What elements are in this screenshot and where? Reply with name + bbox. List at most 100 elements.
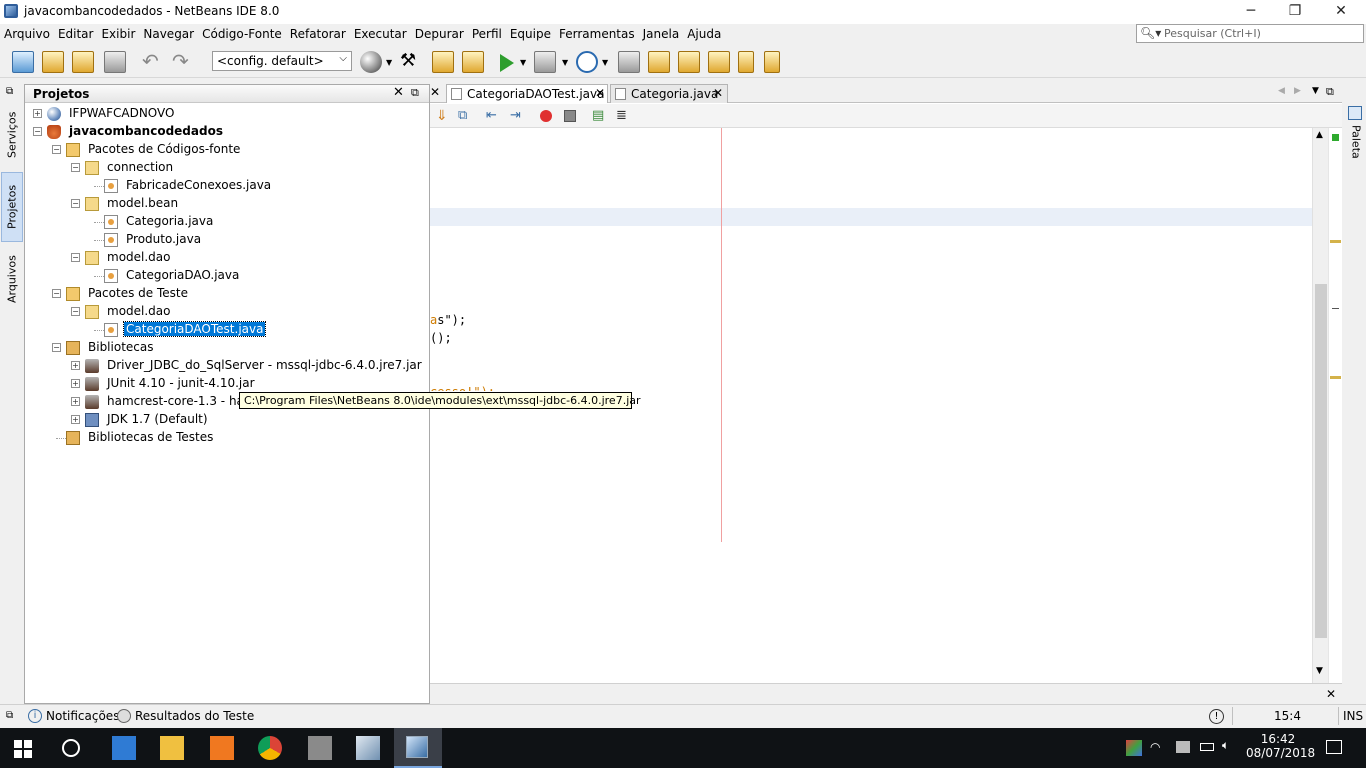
menu-perfil[interactable]: Perfil (468, 24, 506, 46)
minimize-button[interactable]: ─ (1228, 0, 1274, 24)
tree-node[interactable]: − connection (25, 159, 429, 177)
close-icon[interactable]: ✕ (713, 86, 723, 100)
tree-node[interactable]: + IFPWAFCADNOVO (25, 105, 429, 123)
close-icon[interactable]: ✕ (595, 86, 605, 100)
collapse-toggle-icon[interactable]: − (33, 127, 42, 136)
tree-node[interactable]: − javacombancodedados (25, 123, 429, 141)
tree-node[interactable]: Bibliotecas de Testes (25, 429, 429, 447)
menu-arquivo[interactable]: Arquivo (0, 24, 54, 46)
restore-window-group-icon[interactable]: ⧉ (1326, 85, 1334, 99)
comment-icon[interactable]: ▤ (592, 108, 608, 124)
debug-icon[interactable] (534, 51, 556, 73)
insert-mode[interactable]: INS (1343, 709, 1363, 723)
scroll-down-icon[interactable]: ▼ (1316, 666, 1323, 676)
notification-balloon-icon[interactable]: ! (1209, 709, 1224, 724)
collapse-toggle-icon[interactable]: − (71, 253, 80, 262)
collapse-toggle-icon[interactable]: − (52, 343, 61, 352)
expand-toggle-icon[interactable]: + (71, 415, 80, 424)
menu-ferramentas[interactable]: Ferramentas (555, 24, 639, 46)
notifications-tab[interactable]: Notificações (46, 709, 119, 723)
shift-right-icon[interactable]: ⇥ (510, 108, 526, 124)
chevron-down-icon[interactable]: ▼ (386, 58, 392, 67)
collapse-toggle-icon[interactable]: − (71, 199, 80, 208)
netbeans-taskbar-button[interactable] (394, 728, 442, 768)
clean-build-icon[interactable] (432, 51, 454, 73)
chevron-down-icon[interactable]: ▼ (562, 58, 568, 67)
profile-icon[interactable] (576, 51, 598, 73)
test-results-tab[interactable]: Resultados do Teste (135, 709, 254, 723)
tree-node[interactable]: − model.bean (25, 195, 429, 213)
tab-paleta[interactable]: Paleta (1345, 122, 1366, 162)
tree-node[interactable]: Categoria.java (25, 213, 429, 231)
tree-node[interactable]: + JUnit 4.10 - junit-4.10.jar (25, 375, 429, 393)
record-macro-icon[interactable] (540, 110, 552, 122)
restore-window-group-icon[interactable]: ⧉ (6, 710, 13, 721)
restore-window-group-icon[interactable]: ⧉ (6, 86, 13, 97)
tree-node[interactable]: + Driver_JDBC_do_SqlServer - mssql-jdbc-6… (25, 357, 429, 375)
close-icon[interactable]: ✕ (393, 85, 404, 100)
wifi-icon[interactable]: ◠ (1150, 740, 1160, 754)
windows-start-icon[interactable] (14, 740, 32, 758)
expand-toggle-icon[interactable]: + (71, 397, 80, 406)
action-center-icon[interactable] (1326, 740, 1342, 754)
show-opened-documents-icon[interactable]: ▼ (1312, 86, 1319, 96)
stop-icon[interactable] (764, 51, 780, 73)
tree-node[interactable]: CategoriaDAO.java (25, 267, 429, 285)
tree-node[interactable]: − model.dao (25, 303, 429, 321)
network-icon[interactable] (1176, 741, 1190, 753)
open-project-icon[interactable] (72, 51, 94, 73)
close-icon[interactable]: ✕ (1326, 687, 1336, 701)
apply-code-changes-icon[interactable] (618, 51, 640, 73)
warning-mark[interactable] (1330, 376, 1341, 379)
expand-toggle-icon[interactable]: + (33, 109, 42, 118)
scroll-up-icon[interactable]: ▲ (1316, 130, 1323, 140)
tools-app-icon[interactable] (308, 736, 332, 760)
tab-categoriadaotest[interactable]: CategoriaDAOTest.java ✕ (446, 84, 608, 103)
tree-node[interactable]: Produto.java (25, 231, 429, 249)
tree-node[interactable]: CategoriaDAOTest.java (25, 321, 429, 339)
tab-projetos[interactable]: Projetos (1, 172, 23, 242)
build-icon[interactable] (462, 51, 484, 73)
battery-icon[interactable] (1200, 743, 1214, 751)
chevron-down-icon[interactable]: ▼ (602, 58, 608, 67)
restore-button[interactable]: ❐ (1272, 0, 1318, 24)
maximize-icon[interactable]: ⧉ (411, 86, 419, 100)
notepad-app-icon[interactable] (356, 736, 380, 760)
menu-ajuda[interactable]: Ajuda (683, 24, 725, 46)
collapse-toggle-icon[interactable]: − (71, 307, 80, 316)
task-view-icon[interactable] (112, 736, 136, 760)
menu-navegar[interactable]: Navegar (139, 24, 198, 46)
new-file-icon[interactable] (12, 51, 34, 73)
tree-node[interactable]: + JDK 1.7 (Default) (25, 411, 429, 429)
warning-mark[interactable] (1330, 240, 1341, 243)
forward-icon[interactable] (738, 51, 754, 73)
palette-icon[interactable] (1348, 106, 1362, 120)
menu-exibir[interactable]: Exibir (97, 24, 139, 46)
menu-codigo-fonte[interactable]: Código-Fonte (198, 24, 286, 46)
chrome-icon[interactable] (258, 736, 282, 760)
close-button[interactable]: ✕ (1318, 0, 1364, 24)
menu-executar[interactable]: Executar (350, 24, 411, 46)
stop-macro-icon[interactable] (564, 110, 576, 122)
scroll-tabs-right-icon[interactable]: ▶ (1294, 86, 1301, 96)
expand-toggle-icon[interactable]: + (71, 361, 80, 370)
tree-node[interactable]: − Bibliotecas (25, 339, 429, 357)
tree-node[interactable]: − model.dao (25, 249, 429, 267)
chevron-down-icon[interactable]: ▼ (520, 58, 526, 67)
uncomment-icon[interactable]: ≣ (616, 108, 632, 124)
caret-position[interactable]: 15:4 (1274, 709, 1301, 723)
search-icon[interactable] (62, 739, 80, 757)
test-project-icon[interactable] (708, 51, 730, 73)
menu-depurar[interactable]: Depurar (411, 24, 468, 46)
attach-debugger-icon[interactable] (648, 51, 670, 73)
pdf-app-icon[interactable] (210, 736, 234, 760)
file-explorer-icon[interactable] (160, 736, 184, 760)
tab-servicos[interactable]: Serviços (1, 104, 23, 166)
deploy-icon[interactable] (678, 51, 700, 73)
tab-arquivos[interactable]: Arquivos (1, 246, 23, 312)
configuration-select[interactable]: <config. default> ⌵ (212, 51, 352, 71)
tray-app-icon[interactable] (1126, 740, 1142, 756)
scroll-tabs-left-icon[interactable]: ◀ (1278, 86, 1285, 96)
close-icon[interactable]: ✕ (430, 85, 440, 99)
vertical-scrollbar[interactable]: ▲ ▼ (1312, 128, 1328, 684)
